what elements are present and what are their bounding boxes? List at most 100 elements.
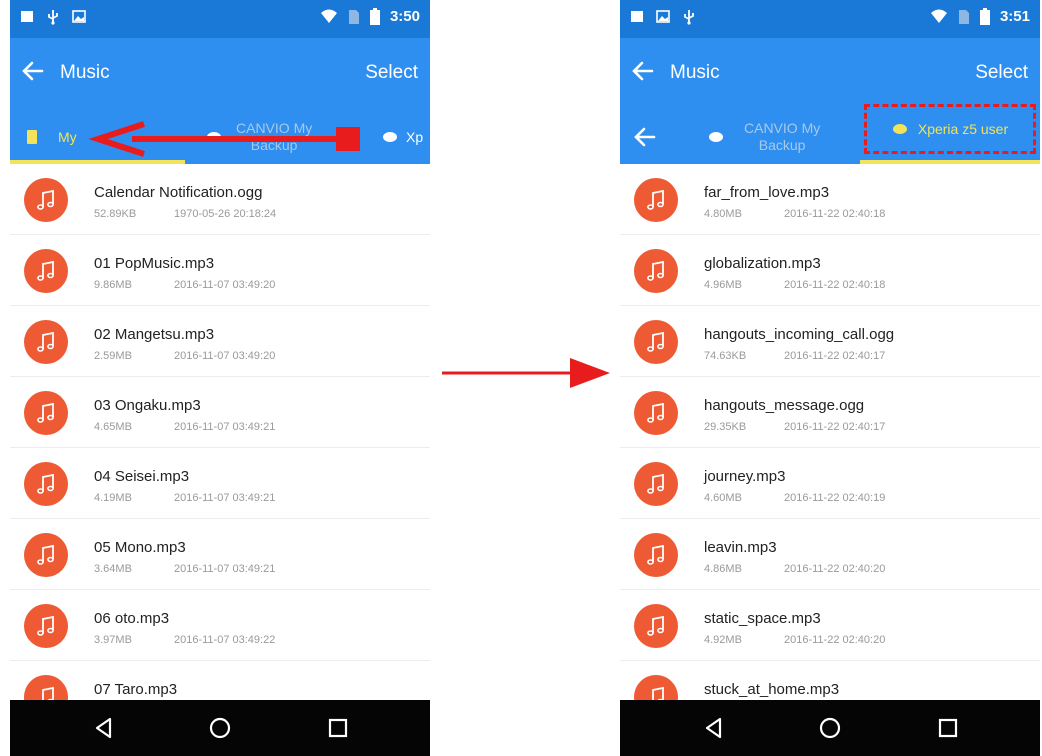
music-note-icon [24,675,68,700]
home-circle-icon[interactable] [208,716,232,740]
image-icon [656,10,670,23]
tab-canvio-label: CANVIO My Backup [744,120,820,154]
file-date: 2016-11-22 02:40:20 [784,634,886,646]
music-note-icon [24,462,68,506]
file-name: 03 Ongaku.mp3 [94,397,201,414]
status-bar: 3:51 [620,0,1040,38]
notification-icon [21,11,33,22]
list-item[interactable]: static_space.mp3 4.92MB 2016-11-22 02:40… [620,590,1040,661]
status-time: 3:50 [389,8,420,25]
file-size: 3.97MB [94,634,132,646]
list-item[interactable]: leavin.mp3 4.86MB 2016-11-22 02:40:20 [620,519,1040,590]
arrow-left-icon[interactable] [630,58,656,84]
music-note-icon [634,462,678,506]
list-item[interactable]: 05 Mono.mp3 3.64MB 2016-11-07 03:49:21 [10,519,430,590]
file-size: 4.96MB [704,279,742,291]
file-name: 05 Mono.mp3 [94,539,186,556]
file-size: 2.59MB [94,350,132,362]
music-note-icon [24,320,68,364]
phone-icon [27,130,37,144]
tab-xperia-label: Xp [406,129,424,145]
file-size: 9.86MB [94,279,132,291]
arrow-left-icon[interactable] [20,58,46,84]
recents-square-icon[interactable] [326,716,350,740]
list-item[interactable]: stuck_at_home.mp3 [620,661,1040,700]
file-name: static_space.mp3 [704,610,821,627]
music-note-icon [24,533,68,577]
navigation-bar [620,700,1040,756]
music-note-icon [24,604,68,648]
tab-xperia-z5-user[interactable]: Xperia z5 user [864,104,1036,154]
notification-icon [631,11,643,22]
tab-canvio-line1: CANVIO My [744,120,821,136]
file-date: 2016-11-22 02:40:18 [784,208,886,220]
file-name: stuck_at_home.mp3 [704,681,840,698]
music-note-icon [24,178,68,222]
file-name: 04 Seisei.mp3 [94,468,190,485]
list-item[interactable]: far_from_love.mp3 4.80MB 2016-11-22 02:4… [620,164,1040,235]
file-name: journey.mp3 [704,468,786,485]
list-item[interactable]: globalization.mp3 4.96MB 2016-11-22 02:4… [620,235,1040,306]
file-date: 2016-11-07 03:49:21 [174,563,276,575]
list-item[interactable]: 01 PopMusic.mp3 9.86MB 2016-11-07 03:49:… [10,235,430,306]
phone-screen-left: 3:50 Music Select My CANVIO My Backup Xp [10,0,430,756]
file-size: 52.89KB [94,208,137,220]
file-size: 4.60MB [704,492,742,504]
list-item[interactable]: 06 oto.mp3 3.97MB 2016-11-07 03:49:22 [10,590,430,661]
app-bar: Music Select [10,38,430,110]
storage-tab-bar: My CANVIO My Backup Xp [10,110,430,164]
list-item[interactable]: 07 Taro.mp3 [10,661,430,700]
back-triangle-icon[interactable] [702,716,726,740]
file-size: 4.19MB [94,492,132,504]
swipe-left-annotation-arrow [88,121,360,157]
select-button[interactable]: Select [975,62,1028,84]
list-item[interactable]: 02 Mangetsu.mp3 2.59MB 2016-11-07 03:49:… [10,306,430,377]
file-name: 07 Taro.mp3 [94,681,178,698]
battery-icon [369,8,380,25]
app-bar: Music Select [620,38,1040,110]
wifi-icon [320,9,337,23]
page-title: Music [60,62,110,83]
file-name: 02 Mangetsu.mp3 [94,326,215,343]
list-item[interactable]: hangouts_message.ogg 29.35KB 2016-11-22 … [620,377,1040,448]
music-note-icon [634,178,678,222]
list-item[interactable]: hangouts_incoming_call.ogg 74.63KB 2016-… [620,306,1040,377]
music-note-icon [24,249,68,293]
file-date: 2016-11-22 02:40:17 [784,350,886,362]
usb-icon [684,10,694,25]
file-name: 01 PopMusic.mp3 [94,255,215,272]
list-item[interactable]: 04 Seisei.mp3 4.19MB 2016-11-07 03:49:21 [10,448,430,519]
list-item[interactable]: journey.mp3 4.60MB 2016-11-22 02:40:19 [620,448,1040,519]
music-note-icon [634,604,678,648]
status-time: 3:51 [999,8,1030,25]
file-date: 1970-05-26 20:18:24 [174,208,277,220]
list-item[interactable]: 03 Ongaku.mp3 4.65MB 2016-11-07 03:49:21 [10,377,430,448]
page-title: Music [670,62,720,83]
tab-canvio-my-backup[interactable]: CANVIO My Backup [708,110,820,164]
select-button[interactable]: Select [365,62,418,84]
home-circle-icon[interactable] [818,716,842,740]
file-name: globalization.mp3 [704,255,821,272]
tab-my-phone[interactable]: My [26,110,77,164]
music-note-icon [634,675,678,700]
drive-icon [709,132,723,142]
arrow-left-icon[interactable] [632,124,658,150]
file-size: 4.65MB [94,421,132,433]
wifi-icon [930,9,947,23]
tab-xperia-partial[interactable]: Xp [382,110,423,164]
back-triangle-icon[interactable] [92,716,116,740]
image-icon [72,10,86,23]
navigation-bar [10,700,430,756]
file-name: far_from_love.mp3 [704,184,830,201]
drive-icon [383,132,397,142]
recents-square-icon[interactable] [936,716,960,740]
file-name: 06 oto.mp3 [94,610,170,627]
file-date: 2016-11-07 03:49:20 [174,279,276,291]
list-item[interactable]: Calendar Notification.ogg 52.89KB 1970-0… [10,164,430,235]
status-bar: 3:50 [10,0,430,38]
file-date: 2016-11-07 03:49:22 [174,634,276,646]
tab-canvio-line2: Backup [758,137,806,153]
battery-icon [979,8,990,25]
file-name: Calendar Notification.ogg [94,184,263,201]
file-date: 2016-11-07 03:49:21 [174,492,276,504]
